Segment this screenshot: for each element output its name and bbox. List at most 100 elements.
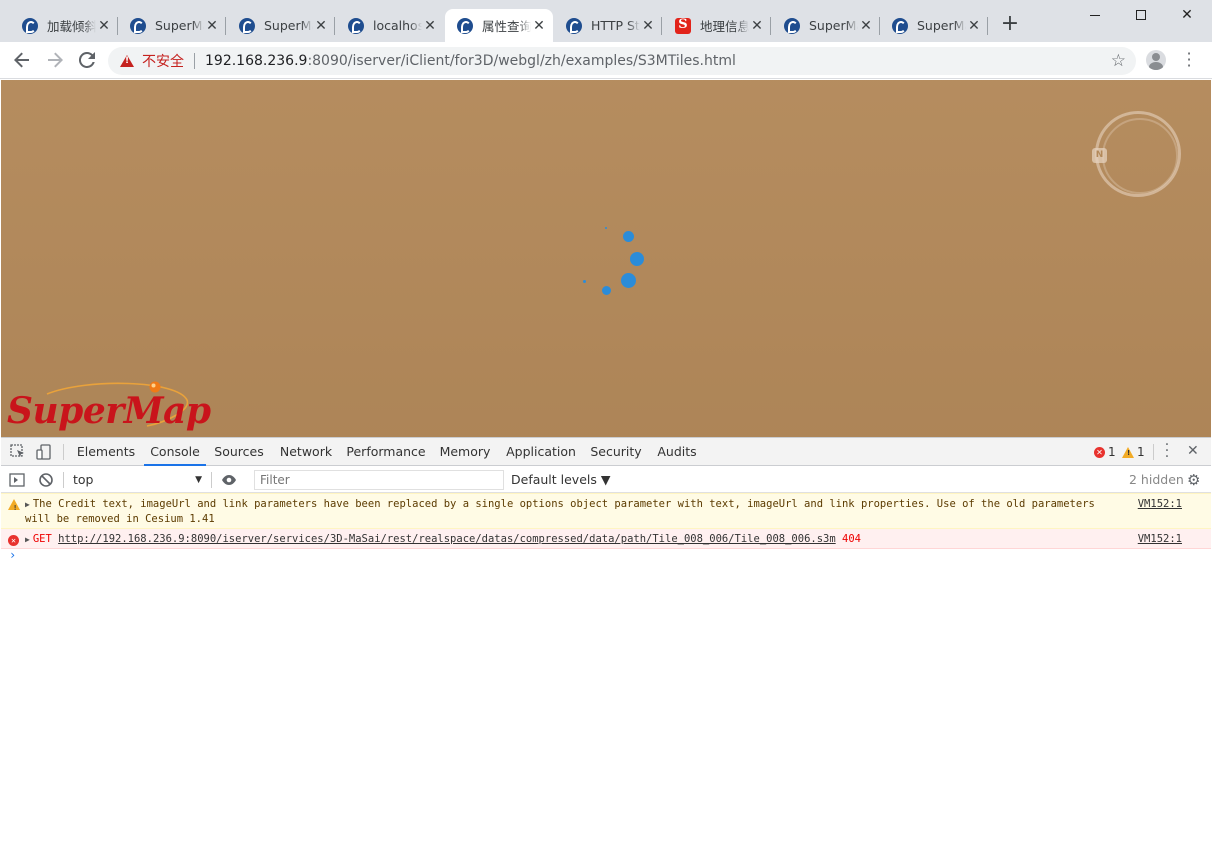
devtools-close-icon[interactable]: ✕ [1187, 443, 1199, 459]
live-expression-eye-icon[interactable] [221, 472, 237, 488]
devtools-tab-bar: Elements Console Sources Network Perform… [1, 438, 1211, 466]
tab-title: SuperMap [264, 18, 313, 33]
expand-triangle-icon[interactable]: ▶ [25, 535, 30, 544]
devtools-tab-application[interactable]: Application [502, 438, 580, 466]
browser-tab-5[interactable]: HTTP Status ✕ [554, 9, 662, 42]
window-close-button[interactable]: ✕ [1164, 4, 1210, 28]
minimize-button[interactable] [1072, 4, 1118, 28]
message-source-link[interactable]: VM152:1 [1138, 532, 1182, 546]
error-icon: ✕ [1094, 446, 1105, 458]
cesium-viewport[interactable]: N SuperMap [1, 80, 1211, 437]
devtools-tab-sources[interactable]: Sources [210, 438, 268, 466]
devtools-tab-security[interactable]: Security [586, 438, 646, 466]
security-label[interactable]: 不安全 [142, 51, 184, 71]
supermap-icon [239, 17, 255, 34]
browser-tab-8[interactable]: SuperMap ✕ [880, 9, 988, 42]
error-count-badge[interactable]: ✕ 1 [1094, 445, 1116, 459]
warning-icon [8, 499, 20, 515]
inspect-element-icon[interactable] [10, 444, 26, 460]
log-levels-dropdown[interactable]: Default levels ▼ [511, 470, 610, 490]
tab-title: 加载倾斜摄影 [47, 19, 96, 34]
devtools-tab-memory[interactable]: Memory [434, 438, 496, 466]
browser-tab-3[interactable]: localhost ✕ [336, 9, 444, 42]
warning-count-badge[interactable]: 1 [1122, 445, 1145, 459]
devtools-menu-icon[interactable]: · · · [1161, 438, 1173, 464]
devtools-tab-performance[interactable]: Performance [344, 438, 428, 466]
show-sidebar-icon[interactable] [9, 472, 25, 488]
tab-strip: 加载倾斜摄影 ✕ SuperMap ✕ SuperMap ✕ localhost… [0, 0, 1212, 42]
request-url-link[interactable]: http://192.168.236.9:8090/iserver/servic… [58, 533, 836, 545]
forward-arrow-icon [48, 52, 63, 68]
forward-button[interactable] [43, 48, 67, 72]
profile-avatar[interactable] [1146, 50, 1166, 70]
url-path: :8090/iserver/iClient/for3D/webgl/zh/exa… [307, 53, 736, 69]
bookmark-star-icon[interactable]: ☆ [1111, 51, 1126, 71]
browser-tab-7[interactable]: SuperMap ✕ [772, 9, 880, 42]
close-icon[interactable]: ✕ [422, 18, 438, 34]
close-icon[interactable]: ✕ [749, 18, 765, 34]
tab-title: localhost [373, 18, 422, 33]
tab-title: SuperMap [155, 18, 204, 33]
browser-tab-6[interactable]: S 地理信息 ✕ [663, 9, 771, 42]
devtools-tab-elements[interactable]: Elements [72, 438, 140, 466]
tab-title: 地理信息 [700, 19, 749, 34]
browser-toolbar: 不安全 192.168.236.9:8090/iserver/iClient/f… [0, 42, 1212, 79]
supermap-icon [892, 17, 908, 34]
not-secure-warning-icon[interactable] [120, 55, 134, 67]
warning-icon [1122, 446, 1134, 458]
supermap-icon [566, 17, 582, 34]
url-text[interactable]: 192.168.236.9:8090/iserver/iClient/for3D… [205, 53, 736, 69]
spinner-dot [623, 231, 634, 242]
context-selector[interactable]: top ▼ [64, 470, 206, 490]
devtools-tab-console[interactable]: Console [144, 438, 206, 466]
spinner-dot [630, 252, 644, 266]
status-code: 404 [842, 533, 861, 545]
supermap-icon [784, 17, 800, 34]
close-icon[interactable]: ✕ [966, 18, 982, 34]
console-settings-gear-icon[interactable]: ⚙ [1187, 471, 1200, 489]
browser-tab-0[interactable]: 加载倾斜摄影 ✕ [10, 9, 118, 42]
clear-console-icon[interactable] [38, 472, 54, 488]
device-toolbar-icon[interactable] [36, 444, 52, 460]
message-source-link[interactable]: VM152:1 [1138, 497, 1182, 511]
browser-tab-4-active[interactable]: 属性查询 ✕ [445, 9, 553, 42]
close-icon[interactable]: ✕ [96, 18, 112, 34]
devtools-tab-network[interactable]: Network [275, 438, 337, 466]
supermap-logo: SuperMap [7, 378, 211, 437]
minimize-icon [1090, 14, 1100, 16]
back-arrow-icon [14, 52, 29, 68]
browser-menu-button[interactable]: · · · [1181, 46, 1197, 74]
navigation-compass[interactable] [1095, 111, 1181, 197]
reload-button[interactable] [75, 48, 99, 72]
console-message-warning[interactable]: ▶The Credit text, imageUrl and link para… [1, 493, 1211, 529]
expand-triangle-icon[interactable]: ▶ [25, 500, 30, 509]
browser-tab-2[interactable]: SuperMap ✕ [227, 9, 335, 42]
compass-north-icon[interactable]: N [1092, 148, 1107, 163]
tab-title: SuperMap [917, 18, 966, 33]
error-count: 1 [1108, 445, 1116, 459]
console-prompt[interactable]: › [9, 548, 16, 562]
maximize-button[interactable] [1118, 4, 1164, 28]
s-logo-icon: S [675, 17, 691, 34]
tab-title: HTTP Status [591, 18, 640, 33]
warning-count: 1 [1137, 445, 1145, 459]
devtools-tab-audits[interactable]: Audits [652, 438, 702, 466]
close-icon[interactable]: ✕ [640, 18, 656, 34]
new-tab-button[interactable]: + [999, 13, 1021, 36]
close-icon[interactable]: ✕ [531, 18, 547, 34]
console-toolbar: top ▼ Filter Default levels ▼ 2 hidden ⚙ [1, 467, 1211, 493]
close-icon[interactable]: ✕ [204, 18, 220, 34]
browser-tab-1[interactable]: SuperMap ✕ [118, 9, 226, 42]
tab-title: 属性查询 [482, 19, 531, 34]
back-button[interactable] [10, 48, 34, 72]
request-method: GET [32, 533, 52, 545]
supermap-icon [22, 17, 38, 34]
console-filter-input[interactable]: Filter [254, 470, 504, 490]
tab-title: SuperMap [809, 18, 858, 33]
spinner-dot [602, 286, 611, 295]
address-bar[interactable]: 不安全 192.168.236.9:8090/iserver/iClient/f… [108, 47, 1136, 75]
close-icon[interactable]: ✕ [858, 18, 874, 34]
console-message-error[interactable]: ✕ ▶ GET http://192.168.236.9:8090/iserver… [1, 529, 1211, 549]
close-icon: ✕ [1181, 7, 1193, 23]
close-icon[interactable]: ✕ [313, 18, 329, 34]
